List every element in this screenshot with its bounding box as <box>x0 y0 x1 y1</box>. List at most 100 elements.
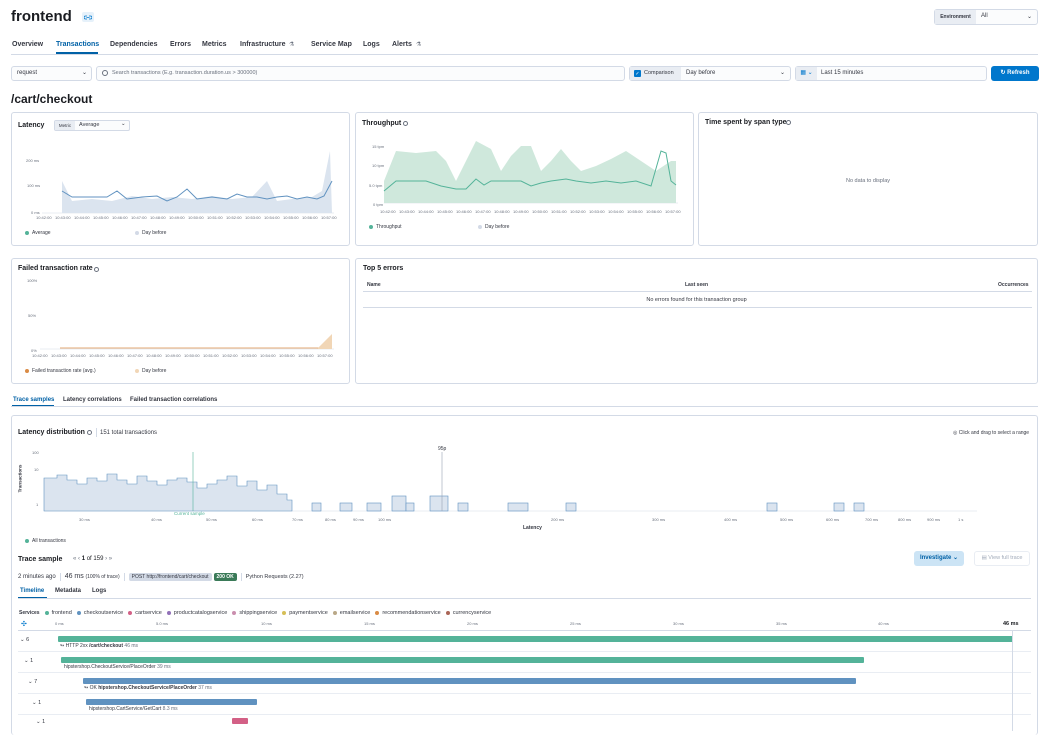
latency-title: Latency <box>18 122 45 129</box>
distribution-title: Latency distribution <box>18 429 85 436</box>
transaction-type-select[interactable]: request ⌄ <box>11 66 92 81</box>
x-tick: 10:56:00 <box>302 215 318 220</box>
tab-timeline[interactable]: Timeline <box>20 588 44 594</box>
legend-day-before[interactable]: Day before <box>135 368 166 374</box>
row-toggle[interactable]: ⌄ 1 <box>32 700 41 706</box>
tab-service-map[interactable]: Service Map <box>311 41 352 48</box>
info-icon[interactable] <box>87 430 92 435</box>
tab-logs[interactable]: Logs <box>363 41 380 48</box>
legend-label: Day before <box>142 368 167 374</box>
top-errors-panel: Top 5 errors Name Last seen Occurrences … <box>355 258 1038 384</box>
column-header-last-seen[interactable]: Last seen <box>685 282 708 288</box>
row-toggle[interactable]: ⌄ 1 <box>24 658 33 664</box>
timeline-tick: 35 ms <box>776 621 787 626</box>
legend-failed-rate[interactable]: Failed transaction rate (avg.) <box>25 368 96 374</box>
span-bar[interactable] <box>83 678 856 684</box>
table-divider <box>363 307 1032 308</box>
x-tick: 10:46:00 <box>108 353 124 358</box>
last-page-icon[interactable]: » <box>109 556 112 562</box>
tab-errors[interactable]: Errors <box>170 41 191 48</box>
latency-y-tick: 200 ms <box>26 158 40 163</box>
x-tick: 30 ms <box>79 517 90 522</box>
span-bar[interactable] <box>232 718 248 724</box>
row-toggle[interactable]: ⌄ 6 <box>20 637 29 643</box>
failed-y-tick: 100% <box>27 278 38 283</box>
info-icon[interactable] <box>403 121 408 126</box>
legend-label: Day before <box>142 230 167 236</box>
comparison-toggle[interactable]: ✓ Comparison Day before ⌄ <box>629 66 791 81</box>
link-icon[interactable] <box>82 12 94 22</box>
x-tick: 10:45:00 <box>437 209 453 214</box>
tab-metadata[interactable]: Metadata <box>55 588 81 594</box>
legend-dot <box>135 368 139 373</box>
tab-latency-correlations[interactable]: Latency correlations <box>63 397 122 403</box>
legend-label: All transactions <box>32 538 66 544</box>
view-full-trace-button[interactable]: ▤ View full trace <box>974 551 1030 566</box>
chevron-down-icon: ⌄ <box>780 70 786 76</box>
span-bar[interactable] <box>58 636 1013 642</box>
x-tick: 10:47:00 <box>131 215 147 220</box>
x-tick: 10:50:00 <box>184 353 200 358</box>
legend-average[interactable]: Average <box>25 230 51 236</box>
timeline-axis: 0 ms 5.0 ms 10 ms 15 ms 20 ms 25 ms 30 m… <box>12 621 1037 628</box>
legend-day-before[interactable]: Day before <box>135 230 166 236</box>
row-toggle[interactable]: ⌄ 1 <box>36 719 45 725</box>
first-page-icon[interactable]: « <box>73 556 76 562</box>
tab-failed-correlations[interactable]: Failed transaction correlations <box>130 397 217 403</box>
column-header-name[interactable]: Name <box>367 282 381 288</box>
table-divider <box>363 291 1032 292</box>
legend-throughput[interactable]: Throughput <box>369 224 402 230</box>
info-icon[interactable] <box>786 120 791 125</box>
legend-all-transactions[interactable]: All transactions <box>25 538 66 544</box>
calendar-icon[interactable]: ▦ ⌄ <box>796 67 817 80</box>
refresh-button[interactable]: ↻ Refresh <box>991 66 1039 81</box>
service-checkoutservice: checkoutservice <box>76 610 123 616</box>
span-bar[interactable] <box>86 699 257 705</box>
tab-transactions[interactable]: Transactions <box>56 41 99 48</box>
x-tick: 10:43:00 <box>51 353 67 358</box>
metric-select[interactable]: Metric Average ⌄ <box>54 120 130 131</box>
waterfall-row[interactable]: ⌄ 6 ↬ HTTP 2xx /cart/checkout 46 ms <box>18 632 1031 652</box>
x-tick: 10:43:00 <box>399 209 415 214</box>
legend-label: Failed transaction rate (avg.) <box>32 368 96 374</box>
span-bar[interactable] <box>61 657 864 663</box>
x-tick: 10:44:00 <box>74 215 90 220</box>
checkbox-checked-icon[interactable]: ✓ <box>634 70 641 77</box>
waterfall-row[interactable]: ⌄ 1 hipstershop.CartService/GetCart 8.3 … <box>18 695 1031 715</box>
tab-trace-samples[interactable]: Trace samples <box>13 397 54 403</box>
prev-page-icon[interactable]: ‹ <box>78 556 80 562</box>
x-tick: 600 ms <box>826 517 840 522</box>
timeline-tick: 15 ms <box>364 621 375 626</box>
waterfall-row[interactable]: ⌄ 7 ↬ OK hipstershop.CheckoutService/Pla… <box>18 674 1031 694</box>
current-sample-marker: Current sample <box>174 511 205 516</box>
nav-divider <box>11 54 1038 55</box>
investigate-button[interactable]: Investigate ⌄ <box>914 551 964 566</box>
x-tick: 10:55:00 <box>627 209 643 214</box>
latency-histogram[interactable] <box>12 440 1037 520</box>
summary-divider <box>59 572 61 581</box>
failed-x-ticks: 10:42:00 10:43:00 10:44:00 10:45:00 10:4… <box>32 353 338 359</box>
latency-y-tick: 100 ms <box>27 183 41 188</box>
tab-alerts[interactable]: Alerts <box>392 41 412 48</box>
x-tick: 10:51:00 <box>207 215 223 220</box>
tab-metrics[interactable]: Metrics <box>202 41 227 48</box>
date-picker[interactable]: ▦ ⌄ Last 15 minutes <box>795 66 987 81</box>
tab-infrastructure[interactable]: Infrastructure <box>240 41 286 48</box>
environment-select[interactable]: Environment All ⌄ <box>934 9 1038 25</box>
service-shippingservice: shippingservice <box>232 610 277 616</box>
x-tick: 10:55:00 <box>283 215 299 220</box>
tab-overview[interactable]: Overview <box>12 41 43 48</box>
waterfall-row[interactable]: ⌄ 1 hipstershop.CheckoutService/PlaceOrd… <box>18 653 1031 673</box>
search-input[interactable]: Search transactions (E.g. transaction.du… <box>96 66 625 81</box>
tab-logs[interactable]: Logs <box>92 588 106 594</box>
info-icon[interactable] <box>94 267 99 272</box>
summary-divider <box>123 572 125 581</box>
next-page-icon[interactable]: › <box>105 556 107 562</box>
column-header-occurrences[interactable]: Occurrences <box>998 282 1029 288</box>
x-tick: 10:52:00 <box>226 215 242 220</box>
row-toggle[interactable]: ⌄ 7 <box>28 679 37 685</box>
throughput-y-tick: 10 tpm <box>372 163 385 168</box>
legend-dot <box>25 368 29 373</box>
legend-day-before[interactable]: Day before <box>478 224 509 230</box>
tab-dependencies[interactable]: Dependencies <box>110 41 157 48</box>
